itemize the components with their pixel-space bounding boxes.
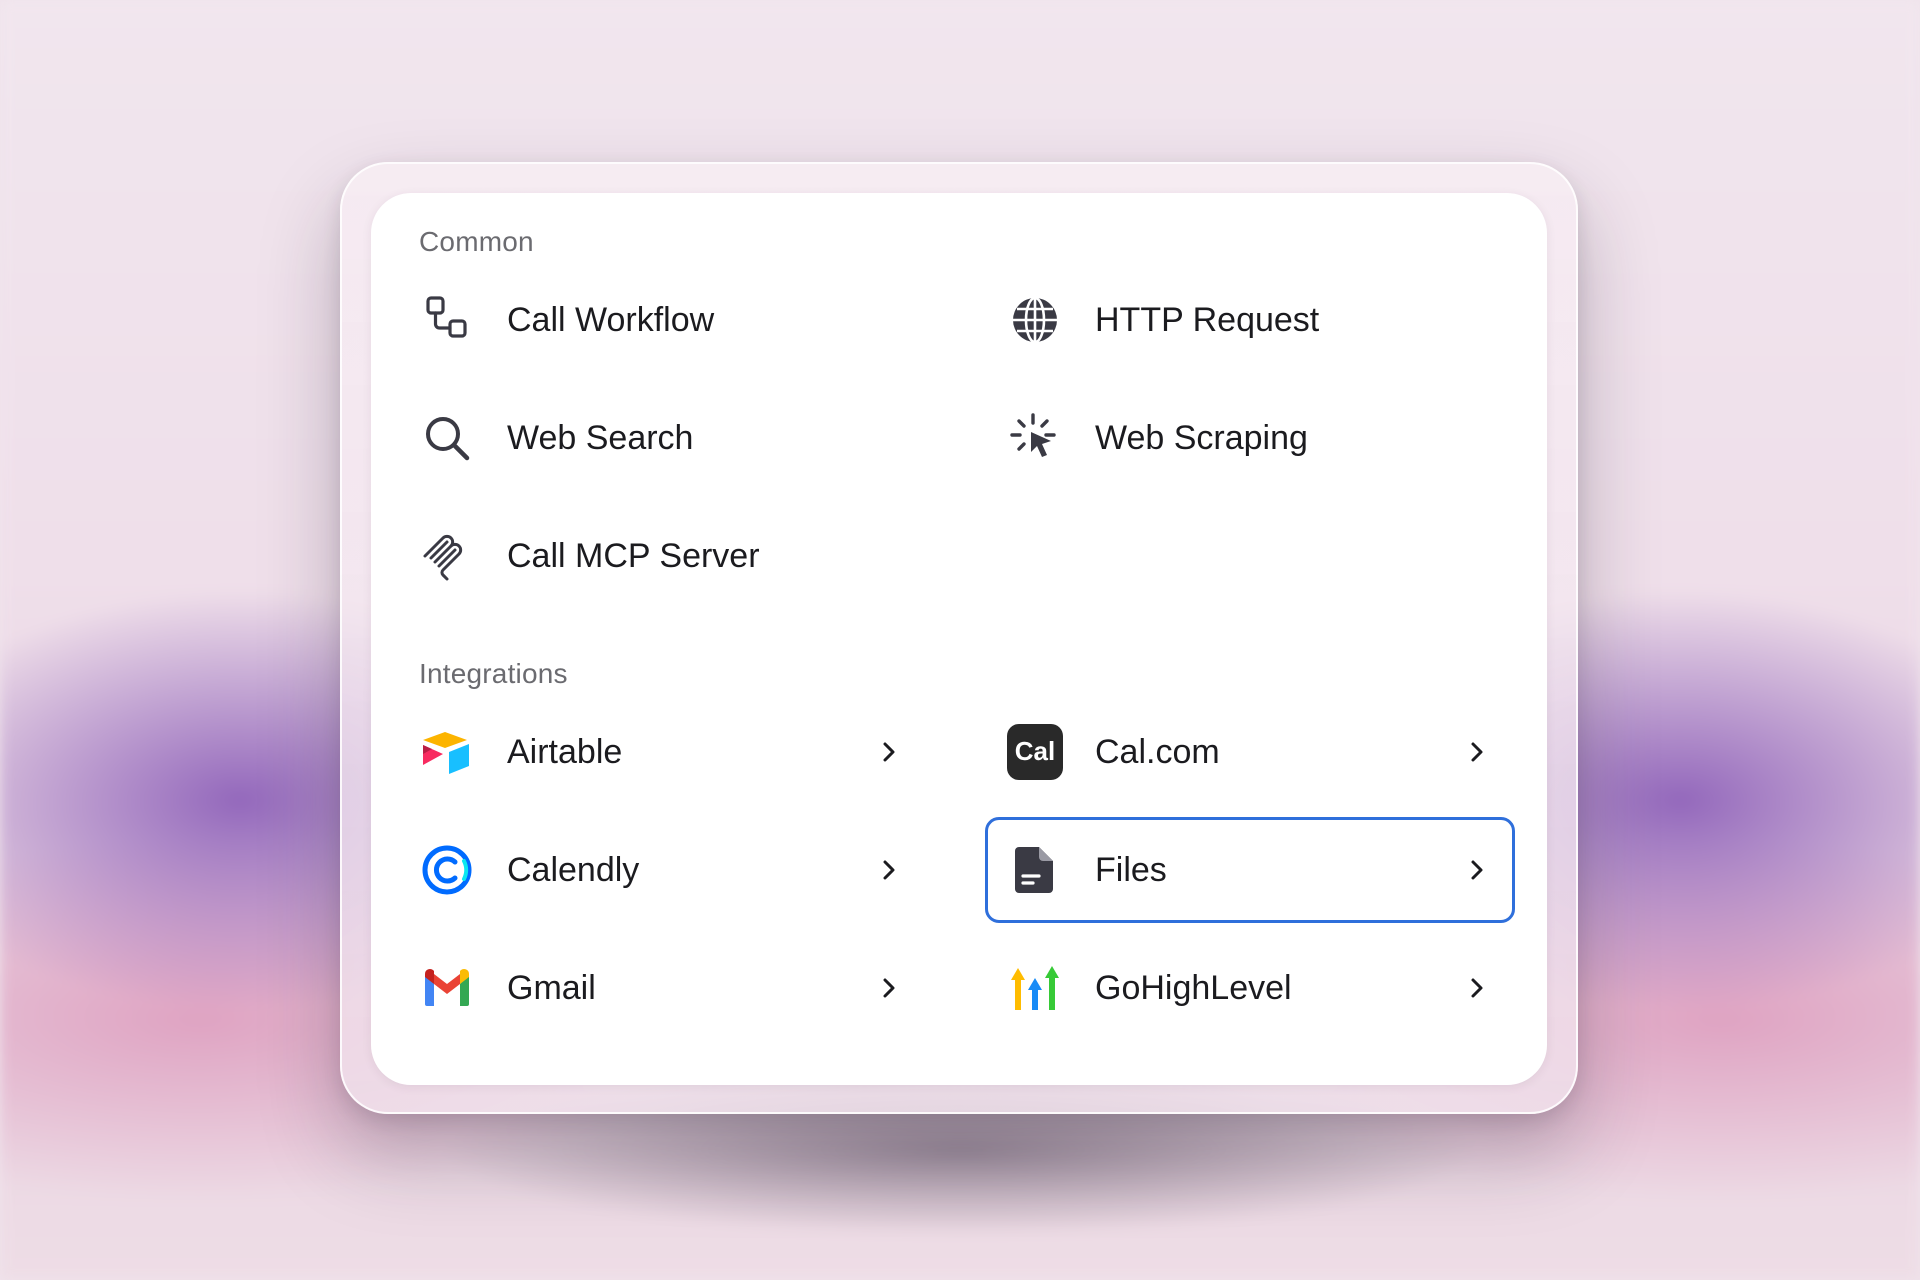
- mcp-icon: [419, 528, 475, 584]
- menu-item-label: GoHighLevel: [1095, 969, 1292, 1007]
- menu-item-call-mcp-server[interactable]: Call MCP Server: [397, 503, 927, 609]
- menu-item-calendly[interactable]: Calendly: [397, 817, 927, 923]
- globe-icon: [1007, 292, 1063, 348]
- menu-item-label: Airtable: [507, 733, 623, 771]
- menu-item-files[interactable]: Files: [985, 817, 1515, 923]
- menu-item-label: Cal.com: [1095, 733, 1220, 771]
- calcom-logo-icon: Cal: [1007, 724, 1063, 780]
- menu-item-label: Files: [1095, 851, 1167, 889]
- workflow-icon: [419, 292, 475, 348]
- calendly-logo-icon: [419, 842, 475, 898]
- menu-item-call-workflow[interactable]: Call Workflow: [397, 267, 927, 373]
- menu-item-label: Call MCP Server: [507, 537, 760, 575]
- chevron-right-icon: [873, 972, 905, 1004]
- menu-item-web-scraping[interactable]: Web Scraping: [985, 385, 1515, 491]
- menu-item-label: Web Scraping: [1095, 419, 1308, 457]
- menu-item-label: Web Search: [507, 419, 694, 457]
- menu-item-gmail[interactable]: Gmail: [397, 935, 927, 1041]
- file-icon: [1007, 842, 1063, 898]
- menu-item-label: Gmail: [507, 969, 596, 1007]
- menu-item-label: Calendly: [507, 851, 640, 889]
- section-label-common: Common: [419, 226, 534, 257]
- menu-item-web-search[interactable]: Web Search: [397, 385, 927, 491]
- menu-item-label: HTTP Request: [1095, 301, 1320, 339]
- menu-item-gohighlevel[interactable]: GoHighLevel: [985, 935, 1515, 1041]
- chevron-right-icon: [873, 736, 905, 768]
- chevron-right-icon: [1461, 972, 1493, 1004]
- action-menu-card: Common Call Workflow HTTP Request Web Se…: [371, 193, 1547, 1085]
- section-label-integrations: Integrations: [419, 658, 568, 689]
- chevron-right-icon: [1461, 736, 1493, 768]
- calcom-logo-text: Cal: [1015, 736, 1055, 766]
- gmail-logo-icon: [419, 960, 475, 1016]
- chevron-right-icon: [873, 854, 905, 886]
- menu-item-airtable[interactable]: Airtable: [397, 699, 927, 805]
- menu-item-label: Call Workflow: [507, 301, 715, 339]
- search-icon: [419, 410, 475, 466]
- chevron-right-icon: [1461, 854, 1493, 886]
- menu-item-cal-com[interactable]: Cal Cal.com: [985, 699, 1515, 805]
- menu-item-http-request[interactable]: HTTP Request: [985, 267, 1515, 373]
- airtable-logo-icon: [419, 724, 475, 780]
- gohighlevel-logo-icon: [1007, 960, 1063, 1016]
- click-cursor-icon: [1007, 410, 1063, 466]
